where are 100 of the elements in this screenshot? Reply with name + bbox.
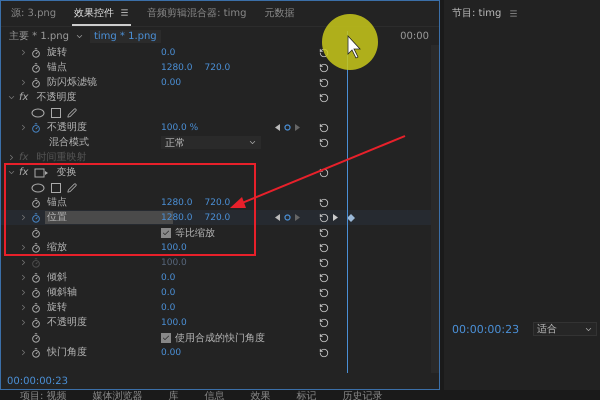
reset-icon[interactable] (319, 288, 329, 298)
ellipse-mask-icon[interactable] (31, 108, 45, 118)
add-keyframe-icon[interactable] (284, 124, 291, 131)
reset-icon[interactable] (319, 272, 329, 282)
previous-keyframe-icon[interactable] (275, 214, 280, 221)
panel-tab[interactable]: 源: 3.png (9, 2, 58, 26)
reset-icon[interactable] (319, 318, 329, 328)
panel-title[interactable]: 节目: timg (452, 6, 502, 20)
property-label: 倾斜轴 (46, 286, 77, 299)
cursor-highlight (322, 14, 378, 70)
checkbox[interactable] (161, 332, 171, 342)
property-value[interactable]: 100.0 % (161, 122, 198, 132)
property-value[interactable]: 720.0 (204, 212, 230, 222)
fx-label: fx (19, 92, 28, 103)
section-label: 变换 (55, 166, 76, 179)
property-value[interactable]: 100.0 (161, 242, 187, 252)
cursor-icon (348, 34, 361, 59)
reset-icon[interactable] (319, 212, 329, 222)
rectangle-mask-icon[interactable] (51, 108, 61, 118)
reset-icon[interactable] (319, 332, 329, 342)
scrollbar[interactable] (431, 45, 439, 373)
transform-icon (34, 168, 48, 178)
property-value[interactable]: 1280.0 (161, 62, 192, 72)
caret-icon (248, 138, 257, 147)
property-label: 防闪烁滤镜 (46, 76, 97, 89)
property-value[interactable]: 720.0 (204, 198, 230, 208)
property-label: 锚点 (46, 196, 67, 209)
stopwatch-icon[interactable] (31, 242, 41, 252)
menu-icon[interactable] (509, 8, 518, 18)
reset-icon[interactable] (319, 78, 329, 88)
panel-tab[interactable]: 标记 (296, 392, 317, 400)
menu-icon[interactable] (120, 8, 130, 17)
keyframe-icon[interactable] (347, 214, 355, 222)
stopwatch-icon[interactable] (31, 122, 41, 132)
reset-icon[interactable] (319, 168, 329, 178)
stopwatch-icon[interactable] (31, 78, 41, 88)
reset-icon[interactable] (319, 122, 329, 132)
reset-icon[interactable] (319, 242, 329, 252)
stopwatch-icon[interactable] (31, 272, 41, 282)
property-label: 不透明度 (46, 316, 87, 329)
property-label: 不透明度 (46, 121, 87, 134)
property-value[interactable]: 0.0 (161, 288, 176, 298)
property-value[interactable]: 100.0 (161, 318, 187, 328)
program-timecode[interactable]: 00:00:00:23 (452, 322, 520, 336)
panel-tab[interactable]: 音频剪辑混合器: timg (145, 2, 248, 26)
reset-icon[interactable] (319, 228, 329, 238)
pen-mask-icon[interactable] (67, 108, 77, 118)
pen-mask-icon[interactable] (67, 182, 77, 192)
property-value[interactable]: 0.0 (161, 48, 176, 58)
property-label: 快门角度 (46, 346, 87, 359)
panel-tab[interactable]: 效果控件 (72, 2, 132, 26)
reset-icon[interactable] (319, 62, 329, 72)
property-label: 旋转 (46, 46, 67, 59)
checkbox-label: 使用合成的快门角度 (175, 332, 265, 344)
property-value[interactable]: 1280.0 (161, 198, 192, 208)
reset-icon[interactable] (319, 348, 329, 358)
section-label: 不透明度 (35, 91, 76, 104)
property-label: 混合模式 (48, 136, 89, 149)
clip-label[interactable]: timg * 1.png (90, 30, 161, 42)
master-clip-label[interactable]: 主要 * 1.png (9, 29, 69, 43)
rectangle-mask-icon[interactable] (51, 182, 61, 192)
stopwatch-icon[interactable] (31, 212, 41, 222)
ruler-time: 00:00 (400, 30, 429, 42)
stopwatch-icon[interactable] (31, 198, 41, 208)
stopwatch-icon[interactable] (31, 348, 41, 358)
reset-icon[interactable] (319, 92, 329, 102)
property-value[interactable]: 1280.0 (161, 212, 192, 222)
panel-tab[interactable]: 元数据 (262, 2, 296, 26)
next-keyframe-icon[interactable] (295, 214, 300, 221)
reset-icon[interactable] (319, 302, 329, 312)
next-keyframe-icon[interactable] (295, 124, 300, 131)
stopwatch-icon[interactable] (31, 48, 41, 58)
reset-icon[interactable] (319, 138, 329, 148)
stopwatch-icon[interactable] (31, 302, 41, 312)
checkbox[interactable] (161, 228, 171, 238)
stopwatch-icon[interactable] (31, 318, 41, 328)
property-label: 旋转 (46, 301, 67, 314)
property-value[interactable]: 0.0 (161, 272, 176, 282)
add-keyframe-icon[interactable] (284, 214, 291, 221)
property-value[interactable]: 720.0 (204, 62, 230, 72)
checkbox-label: 等比缩放 (175, 226, 215, 240)
property-value[interactable]: 0.00 (161, 348, 182, 358)
stopwatch-icon[interactable] (31, 288, 41, 298)
timecode: 00:00:00:23 (7, 376, 68, 386)
property-label: 锚点 (46, 61, 67, 74)
stopwatch-icon[interactable] (31, 62, 41, 72)
property-label: 缩放 (46, 241, 67, 254)
stopwatch-icon[interactable] (31, 228, 41, 238)
panel-tab[interactable]: 库 (168, 392, 179, 400)
property-value[interactable]: 0.0 (161, 302, 176, 312)
property-value[interactable]: 0.00 (161, 78, 182, 88)
zoom-dropdown[interactable]: 适合 (533, 322, 598, 336)
blend-mode-dropdown[interactable]: 正常 (161, 136, 261, 149)
reset-icon[interactable] (319, 198, 329, 208)
fx-label: fx (19, 167, 28, 178)
stopwatch-icon[interactable] (31, 332, 41, 342)
ellipse-mask-icon[interactable] (31, 182, 45, 192)
panel-tab[interactable]: 信息 (204, 392, 225, 400)
property-label: 倾斜 (46, 271, 67, 284)
previous-keyframe-icon[interactable] (275, 124, 280, 131)
